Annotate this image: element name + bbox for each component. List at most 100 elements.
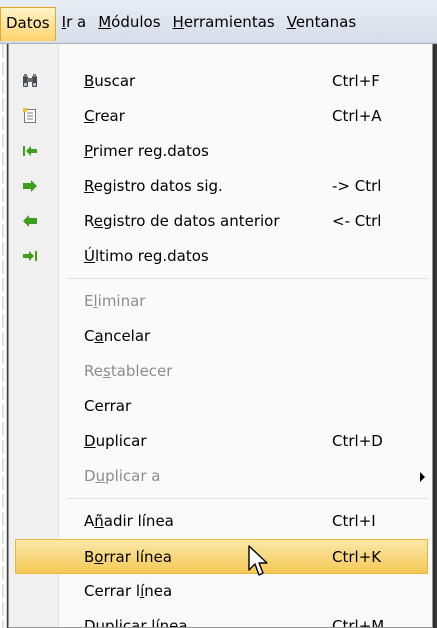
menu-item-duplicar-linea[interactable]: Duplicar línea Ctrl+M xyxy=(9,609,432,628)
mnemonic: Ú xyxy=(84,247,95,265)
menu-item-cancelar[interactable]: Cancelar xyxy=(9,319,432,354)
label-rest: gistro de datos anterior xyxy=(102,212,280,230)
label-rest: ltimo reg.datos xyxy=(94,247,209,265)
label-rest: ea xyxy=(169,617,188,628)
menu-item-label: Registro de datos anterior xyxy=(84,204,280,239)
binoculars-icon xyxy=(21,72,39,90)
menu-item-label: Crear xyxy=(84,99,125,134)
menu-item-registro-datos-anterior[interactable]: Registro de datos anterior <- Ctrl xyxy=(9,204,432,239)
menu-item-label: Registro datos sig. xyxy=(84,169,223,204)
menu-ventanas-rest: entanas xyxy=(295,12,357,31)
mnemonic: n xyxy=(159,617,170,628)
menu-item-label: Restablecer xyxy=(84,354,172,389)
previous-record-icon xyxy=(21,212,39,230)
label-rest: uscar xyxy=(94,72,136,90)
menu-item-borrar-linea[interactable]: Borrar línea Ctrl+K xyxy=(15,539,428,574)
submenu-arrow-icon xyxy=(420,472,425,482)
label-rest: plicar a xyxy=(105,467,161,485)
label-start: R xyxy=(84,212,94,230)
menu-datos-label: Datos xyxy=(6,13,50,32)
menu-separator xyxy=(9,494,432,504)
menu-modulos-rest: ódulos xyxy=(111,12,161,31)
menu-item-label: Último reg.datos xyxy=(84,239,209,274)
menu-item-label: Cerrar xyxy=(84,397,132,415)
menu-item-cerrar[interactable]: Cerrar xyxy=(9,389,432,424)
menu-item-shortcut: Ctrl+A xyxy=(332,107,382,125)
menu-item-shortcut: -> Ctrl xyxy=(332,177,382,195)
mnemonic: ñ xyxy=(94,512,104,530)
menu-item-label: Borrar línea xyxy=(84,540,172,575)
first-record-icon xyxy=(21,142,39,160)
menu-item-registro-datos-sig[interactable]: Registro datos sig. -> Ctrl xyxy=(9,169,432,204)
label-start: D xyxy=(84,467,96,485)
menu-item-anadir-linea[interactable]: Añadir línea Ctrl+I xyxy=(9,504,432,539)
menu-item-label: Eliminar xyxy=(84,284,145,319)
mnemonic: R xyxy=(84,177,94,195)
menu-item-shortcut: Ctrl+D xyxy=(332,432,383,450)
menu-item-primer-reg-datos[interactable]: Primer reg.datos xyxy=(9,134,432,169)
mnemonic: B xyxy=(84,72,95,90)
label-rest: rimer reg.datos xyxy=(92,142,209,160)
label-rest: egistro datos sig. xyxy=(93,177,223,195)
menu-item-label: Duplicar línea xyxy=(84,609,188,628)
mnemonic: D xyxy=(84,432,96,450)
label-rest: nea xyxy=(144,582,173,600)
label-rest: rrar línea xyxy=(103,548,172,566)
menu-item-label: Duplicar a xyxy=(84,459,161,494)
menu-datos[interactable]: Datos xyxy=(0,6,56,41)
menu-item-duplicar[interactable]: Duplicar Ctrl+D xyxy=(9,424,432,459)
menu-item-eliminar[interactable]: Eliminar xyxy=(9,284,432,319)
mnemonic: u xyxy=(95,467,106,485)
menu-ir-a[interactable]: Ir a xyxy=(56,7,93,37)
background-window-edge xyxy=(0,44,7,628)
menu-item-duplicar-a[interactable]: Duplicar a xyxy=(9,459,432,494)
menu-item-cerrar-linea[interactable]: Cerrar línea xyxy=(9,574,432,609)
menu-item-shortcut: Ctrl+K xyxy=(332,548,382,566)
next-record-icon xyxy=(21,177,39,195)
menu-item-buscar[interactable]: Buscar Ctrl+F xyxy=(9,64,432,99)
label-start: A xyxy=(84,512,95,530)
menu-item-label: Añadir línea xyxy=(84,504,174,539)
label-start: B xyxy=(84,548,95,566)
mnemonic: a xyxy=(94,327,104,345)
label-rest: tablecer xyxy=(110,362,173,380)
menu-item-label: Cancelar xyxy=(84,319,150,354)
menu-item-label: Buscar xyxy=(84,64,135,99)
menu-herramientas-mnemonic: H xyxy=(172,12,184,31)
mnemonic: s xyxy=(102,362,111,380)
menu-herramientas[interactable]: Herramientas xyxy=(167,7,281,37)
label-start: C xyxy=(84,327,95,345)
menu-item-ultimo-reg-datos[interactable]: Último reg.datos xyxy=(9,239,432,274)
label-rest: uplicar xyxy=(95,432,147,450)
menu-list: Buscar Ctrl+F Crear Ctrl+A Primer reg.da… xyxy=(9,64,432,628)
menu-ir-a-rest: r a xyxy=(66,12,87,31)
label-start: Cerrar l xyxy=(84,582,141,600)
last-record-icon xyxy=(21,247,39,265)
menu-modulos[interactable]: Módulos xyxy=(92,7,166,37)
menu-item-shortcut: <- Ctrl xyxy=(332,212,382,230)
label-rest: iminar xyxy=(97,292,146,310)
mouse-pointer-icon xyxy=(248,545,268,576)
menu-item-label: Duplicar xyxy=(84,424,147,459)
menu-herramientas-rest: erramientas xyxy=(183,12,275,31)
label-rest: rear xyxy=(94,107,125,125)
menu-item-shortcut: Ctrl+I xyxy=(332,512,376,530)
label-start: Duplicar lí xyxy=(84,617,160,628)
label-rest: adir línea xyxy=(103,512,174,530)
menu-item-label: Primer reg.datos xyxy=(84,134,209,169)
menu-bar: Datos Ir a Módulos Herramientas Ventanas xyxy=(0,0,437,44)
datos-dropdown-menu: Buscar Ctrl+F Crear Ctrl+A Primer reg.da… xyxy=(8,44,433,628)
menu-item-shortcut: Ctrl+M xyxy=(332,617,385,628)
mnemonic: C xyxy=(84,107,95,125)
menu-modulos-mnemonic: M xyxy=(98,12,112,31)
mnemonic: e xyxy=(93,212,103,230)
new-document-icon xyxy=(21,107,39,125)
menu-ventanas[interactable]: Ventanas xyxy=(281,7,362,37)
menu-item-crear[interactable]: Crear Ctrl+A xyxy=(9,99,432,134)
label-rest: ncelar xyxy=(103,327,151,345)
mnemonic: P xyxy=(84,142,93,160)
menu-item-restablecer[interactable]: Restablecer xyxy=(9,354,432,389)
label-start: Re xyxy=(84,362,103,380)
menu-separator xyxy=(9,274,432,284)
menu-item-label: Cerrar línea xyxy=(84,574,172,609)
